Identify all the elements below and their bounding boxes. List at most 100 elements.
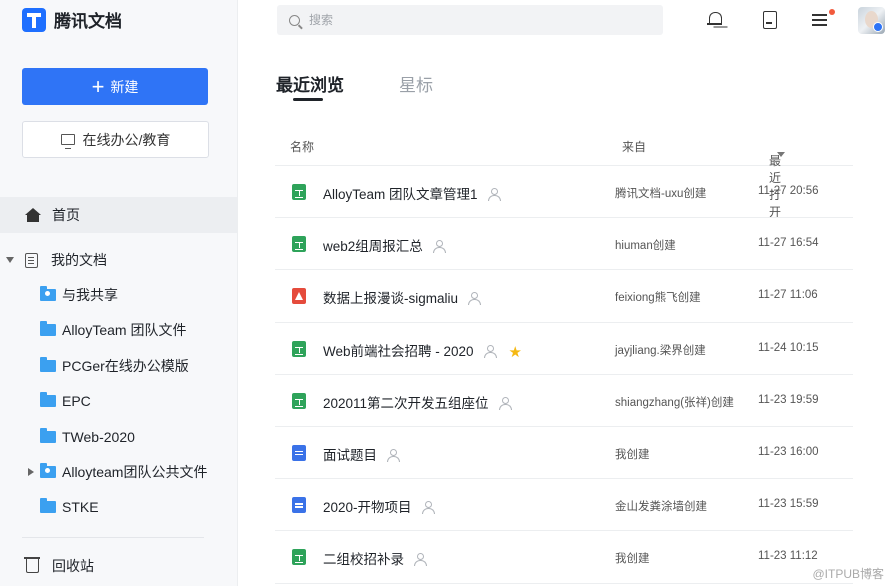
caret-down-icon[interactable] — [6, 257, 14, 263]
new-button-label: 新建 — [110, 78, 139, 95]
notification-dot — [829, 9, 835, 15]
collaborators-icon[interactable] — [483, 344, 499, 358]
doc-file-icon — [292, 444, 306, 461]
collaborators-icon[interactable] — [421, 501, 437, 515]
folder-label: AlloyTeam 团队文件 — [62, 322, 187, 338]
menu-icon[interactable] — [811, 10, 829, 28]
file-name: AlloyTeam 团队文章管理1 — [323, 183, 503, 203]
collaborators-icon[interactable] — [432, 240, 448, 254]
sidebar-item-home[interactable]: 首页 — [0, 197, 237, 233]
collaborators-icon[interactable] — [468, 292, 483, 306]
tencent-docs-logo-icon — [22, 7, 46, 32]
file-name-text: web2组周报汇总 — [323, 239, 423, 255]
file-opened-time: 11-27 20:56 — [758, 185, 819, 197]
column-header-name: 名称 — [290, 140, 315, 154]
file-name: 202011第二次开发五组座位 — [323, 392, 514, 412]
sidebar-folder-tweb[interactable]: TWeb-2020 — [0, 423, 237, 451]
folder-label: TWeb-2020 — [62, 429, 135, 445]
collaborators-icon[interactable] — [487, 188, 503, 201]
search-box[interactable] — [277, 5, 663, 35]
tablet-icon[interactable] — [760, 10, 778, 29]
new-button[interactable]: + 新建 — [22, 68, 208, 105]
table-row[interactable]: 202011第二次开发五组座位 shiangzhang(张祥)创建 11-23 19… — [275, 375, 853, 427]
sheet-file-icon — [292, 236, 306, 253]
sidebar-folder-epc[interactable]: EPC — [0, 387, 237, 415]
sidebar-folder-stke[interactable]: STKE — [0, 493, 237, 521]
file-source: jayjliang.梁界创建 — [615, 344, 706, 357]
file-opened-time: 11-27 16:54 — [758, 237, 819, 250]
sort-caret-icon[interactable] — [777, 152, 785, 157]
sidebar-folder-alloyteam[interactable]: AlloyTeam 团队文件 — [0, 316, 237, 344]
folder-label: 与我共享 — [62, 287, 118, 303]
watermark: @ITPUB博客 — [812, 567, 884, 581]
table-row[interactable]: Web前端社会招聘 - 2020 ★ jayjliang.梁界创建 11-24 10:… — [275, 323, 853, 375]
file-source: hiuman创建 — [615, 240, 676, 253]
app-logo[interactable]: 腾讯文档 — [22, 7, 122, 32]
sidebar-item-my-docs[interactable]: 我的文档 — [0, 246, 237, 274]
tab-starred[interactable]: 星标 — [399, 71, 433, 96]
table-row[interactable]: 二组校招补录 我创建 11-23 11:12 — [275, 531, 853, 584]
file-source: shiangzhang(张祥)创建 — [615, 396, 734, 409]
table-row[interactable]: 数据上报漫谈-sigmaliu feixiong熊飞创建 11-27 11:06 — [275, 270, 853, 323]
file-source: 我创建 — [615, 553, 650, 566]
table-row[interactable]: web2组周报汇总 hiuman创建 11-27 16:54 — [275, 218, 853, 271]
home-icon — [25, 208, 41, 222]
online-office-button[interactable]: 在线办公/教育 — [22, 121, 209, 158]
caret-right-icon[interactable] — [28, 468, 34, 476]
file-name: 2020-开物项目 — [323, 496, 437, 516]
file-opened-time: 11-23 19:59 — [758, 393, 819, 406]
folder-icon — [40, 321, 56, 336]
sidebar-item-label: 我的文档 — [51, 252, 107, 268]
table-row[interactable]: AlloyTeam 团队文章管理1 腾讯文档-uxu创建 11-27 20:56 — [275, 166, 853, 219]
collaborators-icon[interactable] — [498, 396, 514, 410]
table-row[interactable]: 面试题目 我创建 11-23 16:00 — [275, 427, 853, 480]
file-name: 二组校招补录 — [323, 548, 429, 568]
file-name: 数据上报漫谈-sigmaliu — [323, 287, 483, 307]
file-name-text: 面试题目 — [323, 447, 377, 463]
tab-recent[interactable]: 最近浏览 — [276, 71, 344, 96]
folder-label: STKE — [62, 499, 99, 515]
search-input[interactable] — [309, 13, 609, 27]
document-icon — [25, 252, 38, 268]
folder-label: PCGer在线办公模版 — [62, 358, 189, 374]
doc-file-icon — [292, 497, 306, 514]
shared-folder-icon — [40, 286, 56, 301]
file-name: web2组周报汇总 — [323, 235, 448, 255]
file-opened-time: 11-23 15:59 — [758, 498, 819, 511]
file-source: 金山发粪涂墙创建 — [615, 501, 707, 514]
search-icon — [289, 14, 300, 26]
file-name-text: 202011第二次开发五组座位 — [323, 395, 489, 411]
file-source: 腾讯文档-uxu创建 — [615, 188, 707, 200]
sheet-file-icon — [292, 392, 306, 409]
column-header-source: 来自 — [622, 140, 647, 154]
sidebar-item-label: 首页 — [52, 207, 80, 223]
file-opened-time: 11-23 16:00 — [758, 445, 819, 458]
file-opened-time: 11-27 11:06 — [758, 289, 818, 302]
file-name-text: AlloyTeam 团队文章管理1 — [323, 187, 478, 202]
sidebar-folder-shared-with-me[interactable]: 与我共享 — [0, 281, 237, 309]
file-name-text: 数据上报漫谈-sigmaliu — [323, 291, 459, 307]
sidebar-item-trash[interactable]: 回收站 — [0, 552, 237, 580]
monitor-icon — [60, 134, 75, 149]
avatar[interactable] — [858, 7, 885, 34]
bell-icon[interactable] — [706, 10, 724, 28]
collaborators-icon[interactable] — [414, 553, 429, 567]
trash-icon — [24, 557, 40, 573]
table-row[interactable]: 2020-开物项目 金山发粪涂墙创建 11-23 15:59 — [275, 479, 853, 532]
app-name: 腾讯文档 — [54, 12, 122, 31]
sheet-file-icon — [292, 340, 306, 357]
collaborators-icon[interactable] — [387, 448, 402, 462]
sidebar-folder-pcger[interactable]: PCGer在线办公模版 — [0, 352, 237, 380]
sidebar-folder-alloyteam-public[interactable]: Alloyteam团队公共文件 — [0, 458, 237, 486]
star-icon[interactable]: ★ — [509, 343, 522, 361]
folder-icon — [40, 428, 56, 443]
sidebar: 腾讯文档 + 新建 在线办公/教育 首页 我的文档 与我共享 AlloyTeam… — [0, 0, 238, 586]
sidebar-divider — [22, 537, 204, 538]
folder-label: EPC — [62, 393, 91, 409]
file-name: Web前端社会招聘 - 2020 ★ — [323, 340, 522, 361]
folder-icon — [40, 498, 56, 513]
folder-icon — [40, 392, 56, 407]
active-tab-indicator — [293, 98, 323, 101]
sidebar-item-label: 回收站 — [52, 558, 94, 574]
online-office-label: 在线办公/教育 — [82, 131, 171, 148]
